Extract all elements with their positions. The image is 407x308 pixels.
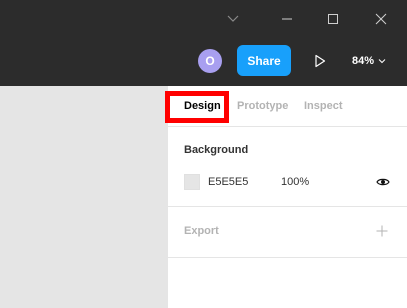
eye-icon[interactable] <box>375 174 391 190</box>
canvas[interactable] <box>0 86 168 308</box>
avatar[interactable]: O <box>198 49 222 73</box>
close-button[interactable] <box>358 0 404 37</box>
minimize-icon <box>282 18 292 19</box>
maximize-button[interactable] <box>310 0 356 37</box>
properties-panel: Design Prototype Inspect Background E5E5… <box>165 86 407 308</box>
play-button[interactable] <box>306 47 334 75</box>
play-icon <box>315 54 326 68</box>
share-button[interactable]: Share <box>237 45 291 76</box>
tab-inspect[interactable]: Inspect <box>304 99 343 113</box>
chevron-down-icon <box>378 59 386 64</box>
divider <box>168 257 407 258</box>
hex-value[interactable]: E5E5E5 <box>208 176 248 188</box>
maximize-icon <box>328 13 338 24</box>
tab-design[interactable]: Design <box>184 99 221 113</box>
plus-icon[interactable] <box>374 223 390 239</box>
panel-tabs: Design Prototype Inspect <box>165 86 407 127</box>
export-section-title: Export <box>184 225 219 237</box>
zoom-label: 84% <box>352 55 375 67</box>
title-bar <box>0 0 407 37</box>
zoom-dropdown[interactable]: 84% <box>352 47 386 75</box>
divider <box>168 206 407 207</box>
minimize-button[interactable] <box>264 0 310 37</box>
tab-prototype[interactable]: Prototype <box>237 99 288 113</box>
background-section-title: Background <box>184 144 249 156</box>
chevron-down-icon[interactable] <box>210 0 256 37</box>
toolbar: O Share 84% <box>0 37 407 86</box>
close-icon <box>375 13 387 24</box>
color-swatch[interactable] <box>184 174 200 190</box>
background-fill-row: E5E5E5 100% <box>168 174 407 190</box>
opacity-value[interactable]: 100% <box>281 176 309 188</box>
